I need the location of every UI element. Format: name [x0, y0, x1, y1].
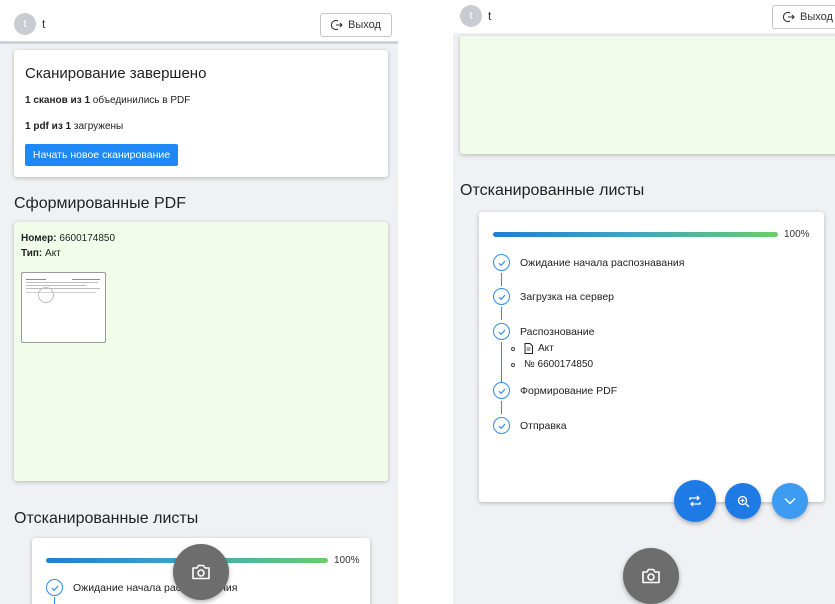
step-recognition: Распознование: [493, 323, 594, 340]
check-icon: [493, 323, 510, 340]
recognized-type: Акт: [511, 343, 554, 354]
logout-button[interactable]: Выход: [320, 13, 392, 37]
zoom-button[interactable]: [725, 483, 761, 519]
expand-button[interactable]: [772, 483, 808, 519]
pdf-uploaded-text: 1 pdf из 1 загружены: [25, 121, 124, 132]
check-icon: [493, 254, 510, 271]
logout-button[interactable]: Выход: [772, 5, 835, 29]
progress-label: 100%: [334, 555, 360, 566]
logout-icon: [331, 19, 343, 31]
zoom-in-icon: [737, 495, 749, 507]
pdf-type: Тип: Акт: [21, 248, 61, 259]
scans-merged-text: 1 сканов из 1 объединились в PDF: [25, 95, 191, 106]
document-icon: [524, 343, 533, 354]
camera-button[interactable]: [623, 548, 679, 604]
logout-icon: [783, 11, 795, 23]
scanned-sheets-title: Отсканированные листы: [460, 182, 645, 199]
rescan-button[interactable]: [674, 480, 716, 522]
scan-complete-card: Сканирование завершено 1 сканов из 1 объ…: [14, 50, 388, 177]
camera-icon: [192, 564, 210, 580]
top-bar: t t Выход: [0, 0, 398, 44]
check-icon: [46, 579, 63, 596]
scan-complete-title: Сканирование завершено: [25, 65, 207, 82]
camera-button[interactable]: [173, 544, 229, 600]
check-icon: [493, 288, 510, 305]
recognized-number: № 6600174850: [511, 359, 593, 370]
progress-bar: [493, 232, 778, 237]
check-icon: [493, 417, 510, 434]
right-screen: t t Выход Отсканированные листы 100% Ожи…: [453, 0, 835, 604]
avatar[interactable]: t: [460, 5, 482, 27]
generated-pdf-title: Сформированные PDF: [14, 195, 186, 212]
logout-label: Выход: [348, 19, 381, 31]
progress-label: 100%: [784, 229, 810, 240]
logout-label: Выход: [800, 11, 833, 23]
step-waiting: Ожидание начала распознавания: [493, 254, 684, 271]
new-scan-button[interactable]: Начать новое сканирование: [25, 144, 178, 166]
username: t: [488, 9, 492, 23]
pdf-number: Номер: 6600174850: [21, 233, 116, 244]
check-icon: [493, 382, 510, 399]
pdf-card[interactable]: Номер: 6600174850 Тип: Акт: [14, 222, 388, 481]
camera-icon: [642, 568, 660, 584]
avatar[interactable]: t: [14, 13, 36, 35]
step-pdf: Формирование PDF: [493, 382, 617, 399]
step-send: Отправка: [493, 417, 567, 434]
top-bar: t t Выход: [453, 0, 835, 33]
step-upload: Загрузка на сервер: [493, 288, 614, 305]
chevron-down-icon: [784, 498, 796, 505]
username: t: [42, 17, 46, 31]
scanned-sheets-title-left: Отсканированные листы: [14, 510, 199, 527]
stamp-mark: [38, 287, 54, 303]
left-screen: t t Выход Сканирование завершено 1 скано…: [0, 0, 398, 604]
pdf-thumbnail[interactable]: [21, 272, 106, 343]
scan-status-card: 100% Ожидание начала распознавания Загру…: [479, 212, 824, 502]
repeat-icon: [689, 495, 701, 507]
pdf-card[interactable]: [460, 36, 835, 154]
